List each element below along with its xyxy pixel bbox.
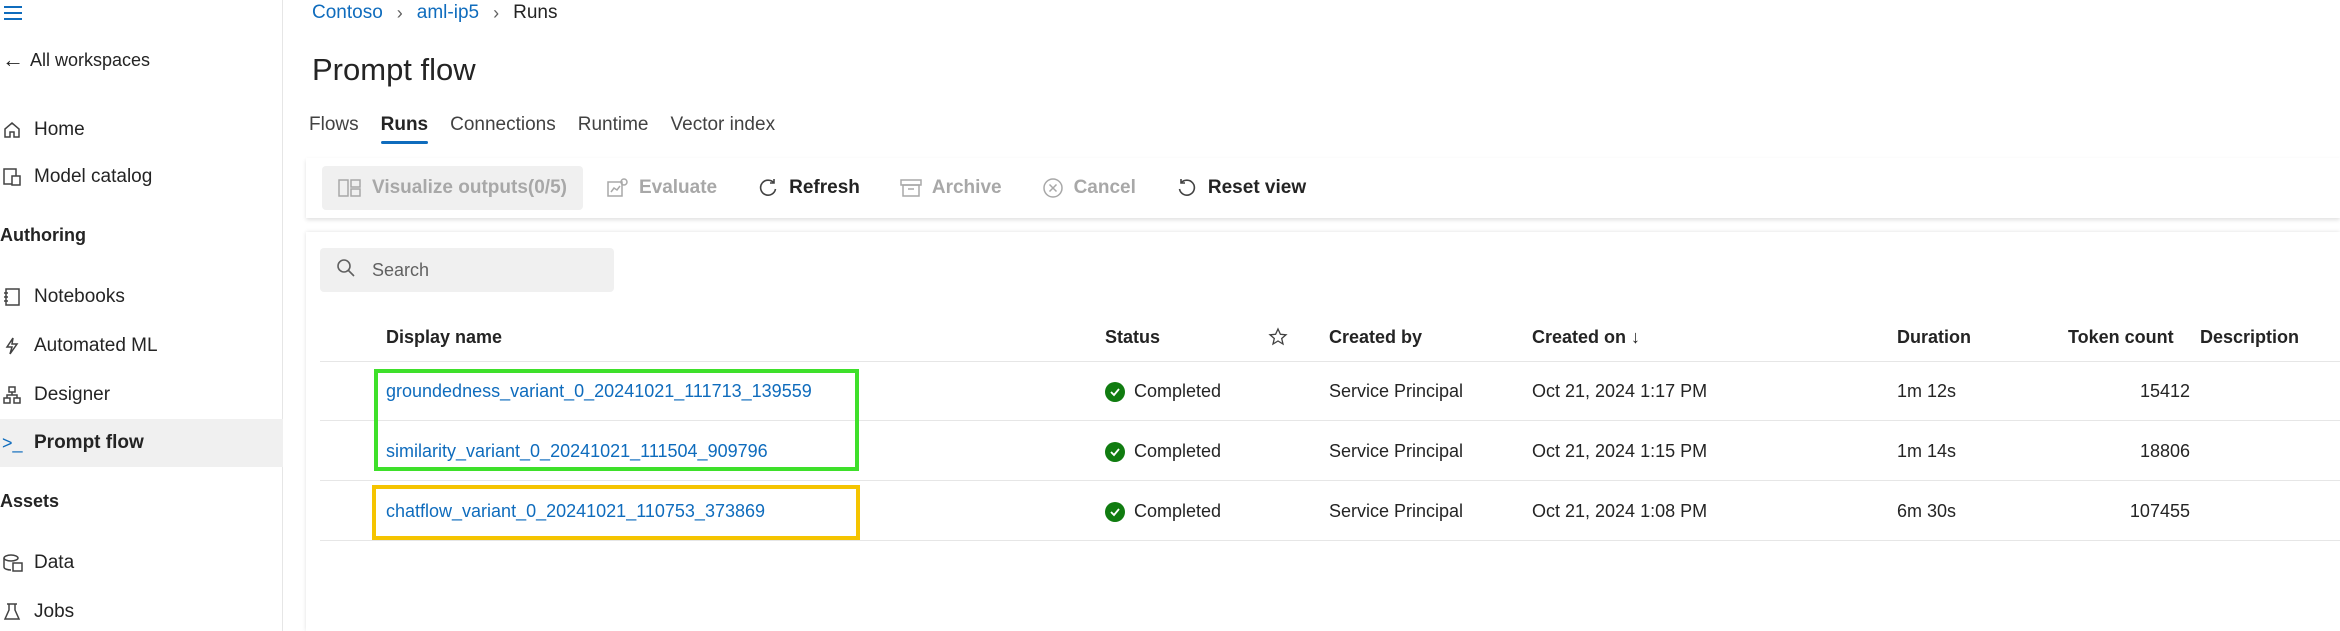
- status-text: Completed: [1134, 441, 1222, 461]
- tab-connections[interactable]: Connections: [450, 114, 556, 144]
- duration-cell: 6m 30s: [1897, 501, 1957, 521]
- reset-view-label: Reset view: [1207, 177, 1307, 198]
- automated-ml-icon: [0, 336, 34, 356]
- sidebar-item-label: Home: [34, 119, 85, 140]
- completed-check-icon: [1105, 501, 1125, 522]
- sidebar-item-label: Jobs: [34, 601, 75, 622]
- column-display-name[interactable]: Display name: [386, 312, 502, 362]
- status-text: Completed: [1134, 381, 1222, 401]
- tab-runtime[interactable]: Runtime: [578, 114, 649, 144]
- archive-button[interactable]: Archive: [884, 166, 1018, 210]
- sidebar-item-prompt-flow[interactable]: >_ Prompt flow: [0, 419, 283, 467]
- all-workspaces-label: All workspaces: [30, 49, 151, 70]
- model-catalog-icon: [0, 167, 34, 187]
- created-by-cell: Service Principal: [1329, 501, 1464, 521]
- sidebar-item-notebooks[interactable]: Notebooks: [0, 273, 283, 321]
- home-icon: [0, 120, 34, 140]
- column-created-on[interactable]: Created on ↓: [1532, 312, 1640, 362]
- refresh-button[interactable]: Refresh: [741, 166, 876, 210]
- jobs-icon: [0, 602, 34, 622]
- evaluate-label: Evaluate: [638, 177, 718, 198]
- tab-flows[interactable]: Flows: [309, 114, 359, 144]
- visualize-icon: [338, 178, 362, 198]
- status-text: Completed: [1134, 501, 1222, 521]
- created-on-cell: Oct 21, 2024 1:15 PM: [1532, 441, 1708, 461]
- completed-check-icon: [1105, 381, 1125, 402]
- command-bar: Visualize outputs(0/5) Evaluate Refresh …: [306, 158, 2340, 218]
- search-input[interactable]: [372, 259, 592, 281]
- sidebar-item-home[interactable]: Home: [0, 106, 283, 154]
- evaluate-button[interactable]: Evaluate: [591, 166, 733, 210]
- chevron-right-icon: ›: [396, 2, 403, 23]
- evaluate-icon: [607, 178, 629, 198]
- table-header: Display name Status Created by Created o…: [320, 312, 2340, 362]
- column-created-by[interactable]: Created by: [1329, 312, 1422, 362]
- reset-icon: [1176, 177, 1198, 199]
- breadcrumb-workspace-hub[interactable]: Contoso: [312, 2, 383, 24]
- archive-icon: [900, 178, 922, 198]
- sidebar: ← All workspaces Home Model catalog Auth…: [0, 0, 283, 631]
- created-by-cell: Service Principal: [1329, 381, 1464, 401]
- all-workspaces-link[interactable]: ← All workspaces: [0, 45, 150, 75]
- back-arrow-icon: ←: [2, 47, 24, 72]
- chat-run-highlight: [372, 485, 860, 540]
- sidebar-item-label: Prompt flow: [34, 432, 144, 453]
- token-count-cell: 15412: [2139, 381, 2190, 401]
- created-on-cell: Oct 21, 2024 1:08 PM: [1532, 501, 1708, 521]
- data-icon: [0, 553, 34, 573]
- column-token-count[interactable]: Token count: [2068, 312, 2174, 362]
- sidebar-item-automated-ml[interactable]: Automated ML: [0, 322, 283, 370]
- reset-view-button[interactable]: Reset view: [1160, 166, 1322, 210]
- tab-runs[interactable]: Runs: [380, 114, 428, 144]
- created-by-cell: Service Principal: [1329, 441, 1464, 461]
- created-on-cell: Oct 21, 2024 1:17 PM: [1532, 381, 1708, 401]
- cancel-label: Cancel: [1073, 177, 1136, 198]
- hamburger-menu-icon[interactable]: [4, 6, 26, 22]
- sidebar-item-label: Notebooks: [34, 286, 125, 307]
- authoring-heading: Authoring: [0, 225, 86, 245]
- designer-icon: [0, 385, 34, 405]
- sidebar-item-label: Data: [34, 552, 75, 573]
- chevron-right-icon: ›: [493, 2, 500, 23]
- column-duration[interactable]: Duration: [1897, 312, 1971, 362]
- cancel-button[interactable]: Cancel: [1026, 166, 1152, 210]
- sidebar-item-label: Automated ML: [34, 335, 158, 356]
- sidebar-item-jobs[interactable]: Jobs: [0, 588, 283, 631]
- sidebar-item-label: Designer: [34, 384, 111, 405]
- refresh-label: Refresh: [789, 177, 860, 198]
- search-box[interactable]: [320, 248, 614, 292]
- sidebar-item-model-catalog[interactable]: Model catalog: [0, 153, 283, 201]
- visualize-outputs-label: Visualize outputs(0/5): [372, 177, 567, 198]
- sidebar-item-designer[interactable]: Designer: [0, 371, 283, 419]
- evaluation-runs-highlight: [374, 369, 859, 471]
- sidebar-item-data[interactable]: Data: [0, 539, 283, 587]
- prompt-flow-icon: >_: [2, 432, 23, 453]
- breadcrumb: Contoso › aml-ip5 › Runs: [312, 2, 557, 24]
- visualize-outputs-button[interactable]: Visualize outputs(0/5): [322, 166, 583, 210]
- page-title: Prompt flow: [312, 52, 476, 87]
- breadcrumb-current: Runs: [513, 2, 558, 23]
- column-status[interactable]: Status: [1105, 312, 1160, 362]
- tab-list: Flows Runs Connections Runtime Vector in…: [309, 114, 775, 144]
- favorite-star-icon[interactable]: [1268, 312, 1288, 362]
- duration-cell: 1m 14s: [1897, 441, 1957, 461]
- sidebar-item-label: Model catalog: [34, 166, 153, 187]
- cancel-icon: [1042, 177, 1064, 199]
- column-description[interactable]: Description: [2200, 312, 2299, 362]
- duration-cell: 1m 12s: [1897, 381, 1957, 401]
- completed-check-icon: [1105, 441, 1125, 462]
- breadcrumb-workspace[interactable]: aml-ip5: [417, 2, 479, 24]
- token-count-cell: 18806: [2139, 441, 2190, 461]
- assets-heading: Assets: [0, 491, 60, 511]
- refresh-icon: [757, 177, 779, 199]
- tab-vector-index[interactable]: Vector index: [671, 114, 776, 144]
- notebook-icon: [0, 287, 34, 307]
- search-icon: [336, 258, 356, 283]
- token-count-cell: 107455: [2129, 501, 2190, 521]
- archive-label: Archive: [931, 177, 1002, 198]
